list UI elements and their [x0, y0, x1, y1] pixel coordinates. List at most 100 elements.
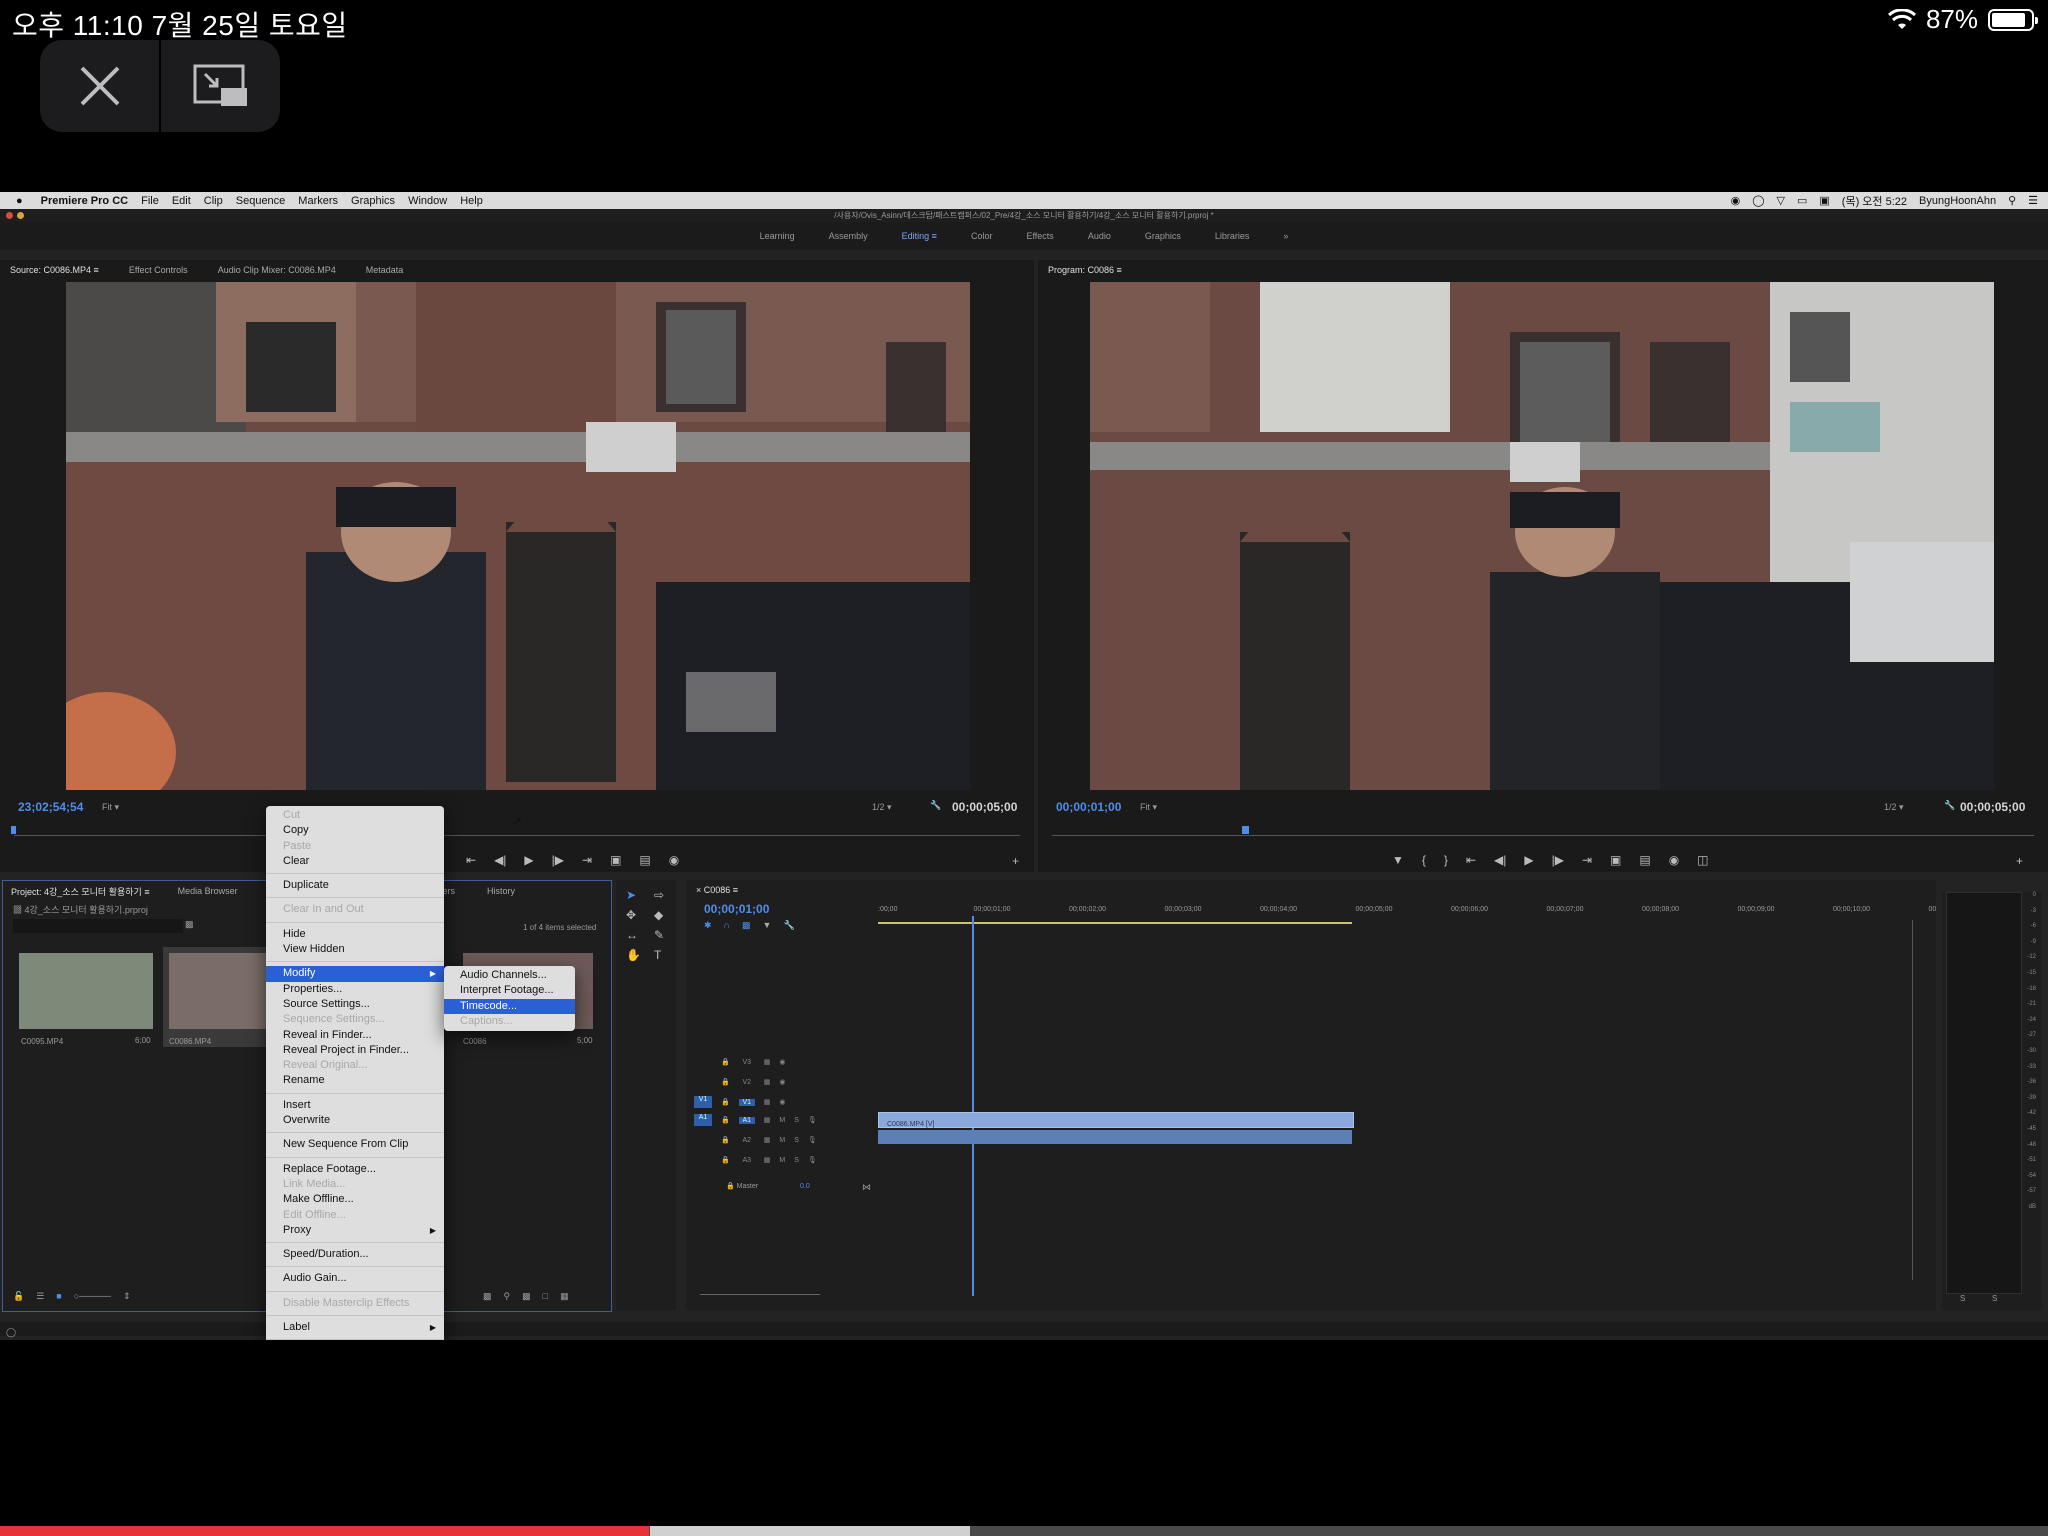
menu-item-reveal-in-finder[interactable]: Reveal in Finder... — [266, 1028, 444, 1043]
lock-track-icon[interactable]: 🔒 — [721, 1098, 730, 1106]
timeline-settings-icon[interactable]: 🔧 — [783, 920, 794, 931]
mark-in-button[interactable]: ⇤ — [466, 853, 476, 867]
sort-icon[interactable]: ⇕ — [123, 1291, 131, 1302]
workspace-editing[interactable]: Editing ≡ — [902, 231, 937, 241]
menu-item-replace-footage[interactable]: Replace Footage... — [266, 1162, 444, 1177]
program-mark-out-button[interactable]: } — [1444, 853, 1448, 867]
clip-thumbnail-c0086-mp4[interactable] — [169, 953, 269, 1029]
menu-item-rename[interactable]: Rename — [266, 1073, 444, 1088]
trash-icon[interactable]: ▦ — [560, 1291, 569, 1302]
workspace-effects[interactable]: Effects — [1026, 231, 1053, 241]
program-settings-icon[interactable]: 🔧 — [1944, 800, 1955, 811]
workspace-color[interactable]: Color — [971, 231, 993, 241]
lock-track-icon[interactable]: 🔒 — [721, 1156, 730, 1164]
submenu-item-interpret-footage[interactable]: Interpret Footage... — [444, 983, 575, 998]
workspace-more[interactable]: » — [1283, 231, 1288, 241]
menu-item-overwrite[interactable]: Overwrite — [266, 1113, 444, 1128]
user-name[interactable]: ByungHoonAhn — [1919, 195, 1996, 207]
track-target-a3[interactable]: A3 — [739, 1157, 755, 1164]
track-target-a2[interactable]: A2 — [739, 1137, 755, 1144]
source-playhead[interactable] — [11, 826, 16, 834]
workspace-learning[interactable]: Learning — [760, 231, 795, 241]
menu-item-insert[interactable]: Insert — [266, 1098, 444, 1113]
solo-button[interactable]: S — [794, 1157, 799, 1164]
source-timecode[interactable]: 23;02;54;54 — [18, 800, 83, 814]
lock-track-icon[interactable]: 🔒 — [721, 1116, 730, 1124]
menu-item-new-sequence-from-clip[interactable]: New Sequence From Clip — [266, 1137, 444, 1152]
program-scrub-bar[interactable] — [1052, 835, 2034, 836]
mute-button[interactable]: M — [779, 1157, 785, 1164]
comparison-view-button[interactable]: ◫ — [1697, 853, 1708, 867]
slip-tool-icon[interactable]: ↔ — [626, 928, 648, 942]
nest-icon[interactable]: ✱ — [704, 920, 712, 931]
ripple-edit-tool-icon[interactable]: ✥ — [626, 908, 648, 922]
sync-lock-icon[interactable]: ▦ — [764, 1078, 771, 1086]
menu-item-modify[interactable]: Modify ▶ — [266, 966, 444, 982]
eye-icon[interactable]: ◉ — [779, 1098, 785, 1106]
menu-item-hide[interactable]: Hide — [266, 927, 444, 942]
menu-markers[interactable]: Markers — [298, 195, 338, 207]
submenu-item-timecode[interactable]: Timecode... — [444, 998, 575, 1014]
track-select-tool-icon[interactable]: ⇨ — [654, 888, 676, 902]
lock-icon[interactable]: 🔓 — [13, 1291, 24, 1302]
pen-tool-icon[interactable]: ✎ — [654, 928, 676, 942]
sync-lock-icon[interactable]: ▦ — [764, 1116, 771, 1124]
workspace-graphics[interactable]: Graphics — [1145, 231, 1181, 241]
minimize-window-dot[interactable] — [17, 212, 24, 219]
tab-metadata[interactable]: Metadata — [366, 265, 404, 275]
source-scrub-bar[interactable] — [14, 835, 1020, 836]
source-patch-a3[interactable] — [694, 1154, 712, 1166]
menu-item-speed-duration[interactable]: Speed/Duration... — [266, 1247, 444, 1262]
menu-item-view-hidden[interactable]: View Hidden — [266, 942, 444, 957]
menu-item-make-offline[interactable]: Make Offline... — [266, 1192, 444, 1207]
sync-lock-icon[interactable]: ▦ — [764, 1098, 771, 1106]
play-button[interactable]: ▶ — [524, 853, 533, 867]
time-ruler[interactable]: :00;00 00;00;01;00 00;00;02;00 00;00;03;00 0… — [878, 906, 1936, 922]
program-video-frame[interactable] — [1090, 282, 1994, 790]
program-playhead[interactable] — [1242, 826, 1249, 834]
export-frame-button[interactable]: ◉ — [669, 853, 679, 867]
program-timecode[interactable]: 00;00;01;00 — [1056, 800, 1121, 814]
voice-over-icon[interactable]: 🎙 — [808, 1116, 817, 1124]
source-resolution-select[interactable]: 1/2 ▾ — [872, 802, 892, 813]
audio-clip[interactable] — [878, 1130, 1352, 1144]
work-area-bar[interactable] — [878, 922, 1352, 924]
track-target-v3[interactable]: V3 — [739, 1059, 755, 1066]
source-video-frame[interactable] — [66, 282, 970, 790]
program-export-frame-button[interactable]: ◉ — [1669, 853, 1679, 867]
program-go-to-in-button[interactable]: ⇤ — [1466, 853, 1476, 867]
track-target-v2[interactable]: V2 — [739, 1079, 755, 1086]
tab-audio-clip-mixer[interactable]: Audio Clip Mixer: C0086.MP4 — [218, 265, 336, 275]
video-clip[interactable]: C0086.MP4 [V] — [878, 1112, 1354, 1128]
new-item-icon[interactable]: □ — [543, 1291, 548, 1302]
step-forward-button[interactable]: |▶ — [552, 853, 564, 867]
program-play-button[interactable]: ▶ — [1524, 853, 1533, 867]
menu-help[interactable]: Help — [460, 195, 483, 207]
tab-sequence[interactable]: × C0086 ≡ — [696, 885, 738, 895]
project-search-input[interactable] — [13, 919, 183, 933]
record-icon[interactable]: ◉ — [1731, 194, 1741, 207]
master-value[interactable]: 0.0 — [800, 1183, 810, 1190]
zoom-slider[interactable]: ○───── — [74, 1291, 111, 1302]
spotlight-icon[interactable]: ⚲ — [2008, 194, 2016, 207]
menu-item-properties[interactable]: Properties... — [266, 982, 444, 997]
airplay-icon[interactable]: ▭ — [1797, 194, 1807, 207]
source-patch-v3[interactable] — [694, 1056, 712, 1068]
program-step-back-button[interactable]: ◀| — [1494, 853, 1506, 867]
insert-button[interactable]: ▣ — [610, 853, 621, 867]
type-tool-icon[interactable]: T — [654, 948, 676, 962]
source-add-button[interactable]: + — [1012, 854, 1019, 868]
program-go-to-out-button[interactable]: ⇥ — [1582, 853, 1592, 867]
workspace-audio[interactable]: Audio — [1088, 231, 1111, 241]
overwrite-button[interactable]: ▤ — [639, 853, 650, 867]
selection-tool-icon[interactable]: ➤ — [626, 888, 648, 902]
menu-clip[interactable]: Clip — [204, 195, 223, 207]
voice-over-icon[interactable]: 🎙 — [808, 1136, 817, 1144]
sync-lock-icon[interactable]: ▦ — [764, 1058, 771, 1066]
solo-button[interactable]: S — [794, 1117, 799, 1124]
menu-item-label[interactable]: Label ▶ — [266, 1320, 444, 1335]
new-bin-icon[interactable]: ▩ — [185, 919, 194, 930]
menu-item-duplicate[interactable]: Duplicate — [266, 878, 444, 893]
menu-item-source-settings[interactable]: Source Settings... — [266, 997, 444, 1012]
source-patch-a2[interactable] — [694, 1134, 712, 1146]
